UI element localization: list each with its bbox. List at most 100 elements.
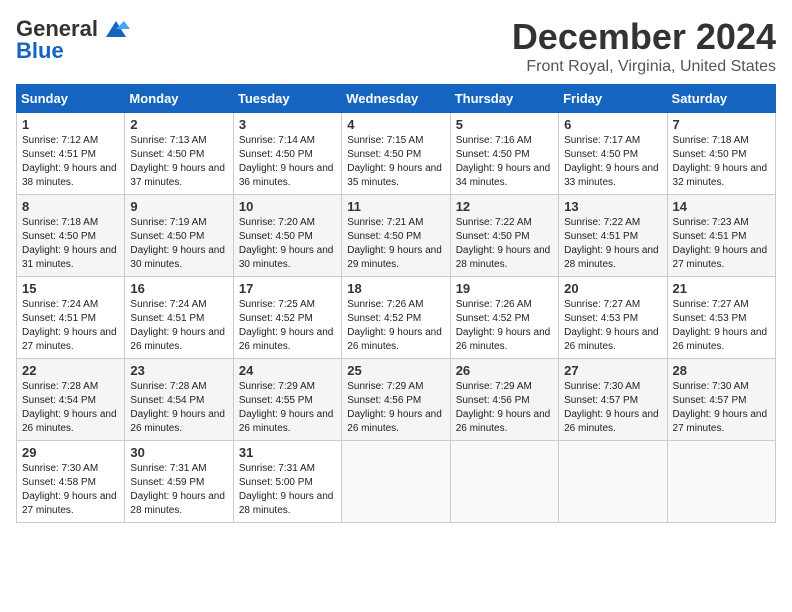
- header-tuesday: Tuesday: [233, 85, 341, 113]
- cell-content: Sunrise: 7:17 AM Sunset: 4:50 PM Dayligh…: [564, 134, 661, 190]
- sunset-label: Sunset: 4:50 PM: [347, 149, 421, 160]
- header-saturday: Saturday: [667, 85, 775, 113]
- sunset-label: Sunset: 4:51 PM: [564, 231, 638, 242]
- cell-content: Sunrise: 7:15 AM Sunset: 4:50 PM Dayligh…: [347, 134, 444, 190]
- header-wednesday: Wednesday: [342, 85, 450, 113]
- sunset-label: Sunset: 4:50 PM: [456, 231, 530, 242]
- day-number: 3: [239, 117, 336, 132]
- sunrise-label: Sunrise: 7:19 AM: [130, 217, 206, 228]
- sunset-label: Sunset: 4:50 PM: [130, 231, 204, 242]
- cell-content: Sunrise: 7:28 AM Sunset: 4:54 PM Dayligh…: [130, 380, 227, 436]
- sunset-label: Sunset: 4:52 PM: [456, 313, 530, 324]
- calendar-cell: 12 Sunrise: 7:22 AM Sunset: 4:50 PM Dayl…: [450, 195, 558, 277]
- cell-content: Sunrise: 7:19 AM Sunset: 4:50 PM Dayligh…: [130, 216, 227, 272]
- cell-content: Sunrise: 7:22 AM Sunset: 4:51 PM Dayligh…: [564, 216, 661, 272]
- day-number: 18: [347, 281, 444, 296]
- sunset-label: Sunset: 4:51 PM: [22, 313, 96, 324]
- header-thursday: Thursday: [450, 85, 558, 113]
- sunset-label: Sunset: 4:53 PM: [673, 313, 747, 324]
- sunrise-label: Sunrise: 7:26 AM: [456, 299, 532, 310]
- cell-content: Sunrise: 7:24 AM Sunset: 4:51 PM Dayligh…: [22, 298, 119, 354]
- calendar-cell: [342, 441, 450, 523]
- calendar-cell: 8 Sunrise: 7:18 AM Sunset: 4:50 PM Dayli…: [17, 195, 125, 277]
- calendar-cell: 27 Sunrise: 7:30 AM Sunset: 4:57 PM Dayl…: [559, 359, 667, 441]
- cell-content: Sunrise: 7:26 AM Sunset: 4:52 PM Dayligh…: [347, 298, 444, 354]
- day-number: 16: [130, 281, 227, 296]
- sunrise-label: Sunrise: 7:22 AM: [456, 217, 532, 228]
- logo: General Blue: [16, 16, 130, 64]
- day-number: 24: [239, 363, 336, 378]
- calendar-table: Sunday Monday Tuesday Wednesday Thursday…: [16, 84, 776, 523]
- calendar-row: 8 Sunrise: 7:18 AM Sunset: 4:50 PM Dayli…: [17, 195, 776, 277]
- sunset-label: Sunset: 4:57 PM: [564, 395, 638, 406]
- calendar-cell: 14 Sunrise: 7:23 AM Sunset: 4:51 PM Dayl…: [667, 195, 775, 277]
- daylight-label: Daylight: 9 hours and 26 minutes.: [130, 409, 225, 434]
- day-number: 13: [564, 199, 661, 214]
- sunset-label: Sunset: 4:55 PM: [239, 395, 313, 406]
- sunrise-label: Sunrise: 7:29 AM: [347, 381, 423, 392]
- sunset-label: Sunset: 4:50 PM: [239, 231, 313, 242]
- calendar-cell: 10 Sunrise: 7:20 AM Sunset: 4:50 PM Dayl…: [233, 195, 341, 277]
- day-number: 28: [673, 363, 770, 378]
- daylight-label: Daylight: 9 hours and 26 minutes.: [564, 409, 659, 434]
- logo-text-blue: Blue: [16, 38, 64, 64]
- daylight-label: Daylight: 9 hours and 27 minutes.: [22, 491, 117, 516]
- cell-content: Sunrise: 7:23 AM Sunset: 4:51 PM Dayligh…: [673, 216, 770, 272]
- calendar-cell: [450, 441, 558, 523]
- sunset-label: Sunset: 4:50 PM: [239, 149, 313, 160]
- cell-content: Sunrise: 7:20 AM Sunset: 4:50 PM Dayligh…: [239, 216, 336, 272]
- sunrise-label: Sunrise: 7:31 AM: [130, 463, 206, 474]
- calendar-row: 1 Sunrise: 7:12 AM Sunset: 4:51 PM Dayli…: [17, 113, 776, 195]
- cell-content: Sunrise: 7:24 AM Sunset: 4:51 PM Dayligh…: [130, 298, 227, 354]
- calendar-cell: 30 Sunrise: 7:31 AM Sunset: 4:59 PM Dayl…: [125, 441, 233, 523]
- sunrise-label: Sunrise: 7:15 AM: [347, 135, 423, 146]
- calendar-cell: 18 Sunrise: 7:26 AM Sunset: 4:52 PM Dayl…: [342, 277, 450, 359]
- day-number: 12: [456, 199, 553, 214]
- day-number: 10: [239, 199, 336, 214]
- daylight-label: Daylight: 9 hours and 26 minutes.: [239, 327, 334, 352]
- daylight-label: Daylight: 9 hours and 27 minutes.: [673, 409, 768, 434]
- day-number: 17: [239, 281, 336, 296]
- sunrise-label: Sunrise: 7:23 AM: [673, 217, 749, 228]
- day-number: 6: [564, 117, 661, 132]
- sunset-label: Sunset: 4:50 PM: [456, 149, 530, 160]
- sunset-label: Sunset: 4:53 PM: [564, 313, 638, 324]
- calendar-cell: 16 Sunrise: 7:24 AM Sunset: 4:51 PM Dayl…: [125, 277, 233, 359]
- sunset-label: Sunset: 4:51 PM: [130, 313, 204, 324]
- sunset-label: Sunset: 4:56 PM: [347, 395, 421, 406]
- calendar-row: 15 Sunrise: 7:24 AM Sunset: 4:51 PM Dayl…: [17, 277, 776, 359]
- sunrise-label: Sunrise: 7:18 AM: [673, 135, 749, 146]
- title-area: December 2024 Front Royal, Virginia, Uni…: [512, 16, 776, 76]
- sunrise-label: Sunrise: 7:24 AM: [22, 299, 98, 310]
- calendar-cell: 28 Sunrise: 7:30 AM Sunset: 4:57 PM Dayl…: [667, 359, 775, 441]
- sunset-label: Sunset: 4:50 PM: [130, 149, 204, 160]
- sunrise-label: Sunrise: 7:31 AM: [239, 463, 315, 474]
- daylight-label: Daylight: 9 hours and 26 minutes.: [673, 327, 768, 352]
- sunset-label: Sunset: 4:52 PM: [347, 313, 421, 324]
- day-number: 8: [22, 199, 119, 214]
- sunrise-label: Sunrise: 7:27 AM: [564, 299, 640, 310]
- cell-content: Sunrise: 7:29 AM Sunset: 4:56 PM Dayligh…: [347, 380, 444, 436]
- calendar-cell: 7 Sunrise: 7:18 AM Sunset: 4:50 PM Dayli…: [667, 113, 775, 195]
- calendar-cell: 5 Sunrise: 7:16 AM Sunset: 4:50 PM Dayli…: [450, 113, 558, 195]
- calendar-cell: 20 Sunrise: 7:27 AM Sunset: 4:53 PM Dayl…: [559, 277, 667, 359]
- day-number: 25: [347, 363, 444, 378]
- calendar-cell: 17 Sunrise: 7:25 AM Sunset: 4:52 PM Dayl…: [233, 277, 341, 359]
- logo-icon: [102, 19, 130, 39]
- calendar-cell: [667, 441, 775, 523]
- day-number: 20: [564, 281, 661, 296]
- calendar-cell: [559, 441, 667, 523]
- cell-content: Sunrise: 7:29 AM Sunset: 4:55 PM Dayligh…: [239, 380, 336, 436]
- calendar-cell: 6 Sunrise: 7:17 AM Sunset: 4:50 PM Dayli…: [559, 113, 667, 195]
- daylight-label: Daylight: 9 hours and 35 minutes.: [347, 163, 442, 188]
- daylight-label: Daylight: 9 hours and 26 minutes.: [456, 327, 551, 352]
- calendar-cell: 15 Sunrise: 7:24 AM Sunset: 4:51 PM Dayl…: [17, 277, 125, 359]
- sunset-label: Sunset: 4:52 PM: [239, 313, 313, 324]
- cell-content: Sunrise: 7:27 AM Sunset: 4:53 PM Dayligh…: [673, 298, 770, 354]
- sunrise-label: Sunrise: 7:25 AM: [239, 299, 315, 310]
- calendar-cell: 19 Sunrise: 7:26 AM Sunset: 4:52 PM Dayl…: [450, 277, 558, 359]
- cell-content: Sunrise: 7:29 AM Sunset: 4:56 PM Dayligh…: [456, 380, 553, 436]
- calendar-cell: 23 Sunrise: 7:28 AM Sunset: 4:54 PM Dayl…: [125, 359, 233, 441]
- daylight-label: Daylight: 9 hours and 37 minutes.: [130, 163, 225, 188]
- sunrise-label: Sunrise: 7:27 AM: [673, 299, 749, 310]
